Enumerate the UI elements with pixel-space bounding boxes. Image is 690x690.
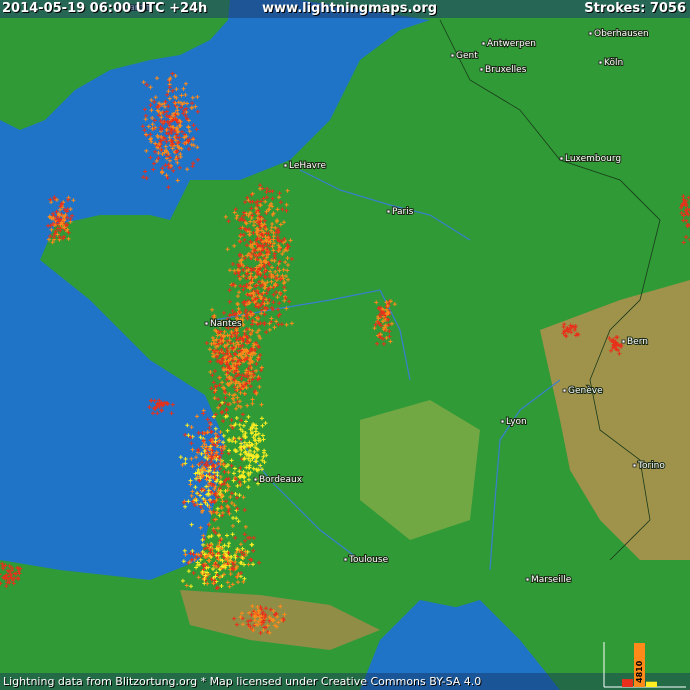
city-marker — [588, 31, 593, 36]
strokes-counter: Strokes: 7056 — [584, 1, 686, 16]
city-label: Bern — [627, 337, 648, 347]
city-label: Genève — [568, 385, 603, 396]
city-marker — [562, 388, 567, 393]
strokes-label: Strokes: — [584, 1, 646, 16]
city-marker — [253, 477, 258, 482]
city-label: Toulouse — [348, 555, 389, 565]
site-url[interactable]: www.lightningmaps.org — [262, 1, 437, 16]
city-label: Paris — [392, 207, 414, 217]
map-stage: CardiffGentAntwerpenBruxellesOberhausenK… — [0, 0, 690, 690]
histogram-peak-label: 4810 — [635, 660, 644, 683]
city-marker — [621, 339, 626, 344]
city-marker — [481, 41, 486, 46]
city-marker — [598, 60, 603, 65]
city-label: Marseille — [531, 575, 572, 585]
timestamp-label: 2014-05-19 06:00 UTC +24h — [2, 1, 208, 16]
city-marker — [386, 209, 391, 214]
map-canvas[interactable]: CardiffGentAntwerpenBruxellesOberhausenK… — [0, 0, 690, 690]
city-label: Bordeaux — [259, 475, 303, 485]
city-label: Oberhausen — [594, 29, 649, 39]
city-label: Gent — [456, 51, 478, 61]
strokes-value: 7056 — [649, 1, 686, 16]
city-marker — [479, 67, 484, 72]
credits-text: Lightning data from Blitzortung.org * Ma… — [3, 675, 482, 688]
histogram-bar-recent — [646, 681, 657, 687]
city-marker — [283, 163, 288, 168]
city-marker — [632, 463, 637, 468]
city-label: Bruxelles — [485, 65, 527, 75]
city-marker — [500, 419, 505, 424]
city-marker — [450, 53, 455, 58]
histogram-bar-older — [622, 679, 633, 687]
city-label: Lyon — [506, 417, 527, 427]
city-label: Luxembourg — [565, 154, 621, 164]
city-label: Köln — [604, 58, 623, 68]
top-bar: 2014-05-19 06:00 UTC +24h www.lightningm… — [0, 0, 690, 18]
city-label: Nantes — [210, 319, 242, 329]
city-marker — [204, 321, 209, 326]
city-marker — [525, 577, 530, 582]
city-label: Torino — [637, 461, 665, 471]
city-marker — [559, 156, 564, 161]
strike-histogram: 4810 — [603, 642, 686, 688]
bottom-bar: Lightning data from Blitzortung.org * Ma… — [0, 673, 690, 690]
city-marker — [343, 557, 348, 562]
city-label: LeHavre — [289, 161, 327, 171]
city-label: Antwerpen — [487, 39, 536, 49]
